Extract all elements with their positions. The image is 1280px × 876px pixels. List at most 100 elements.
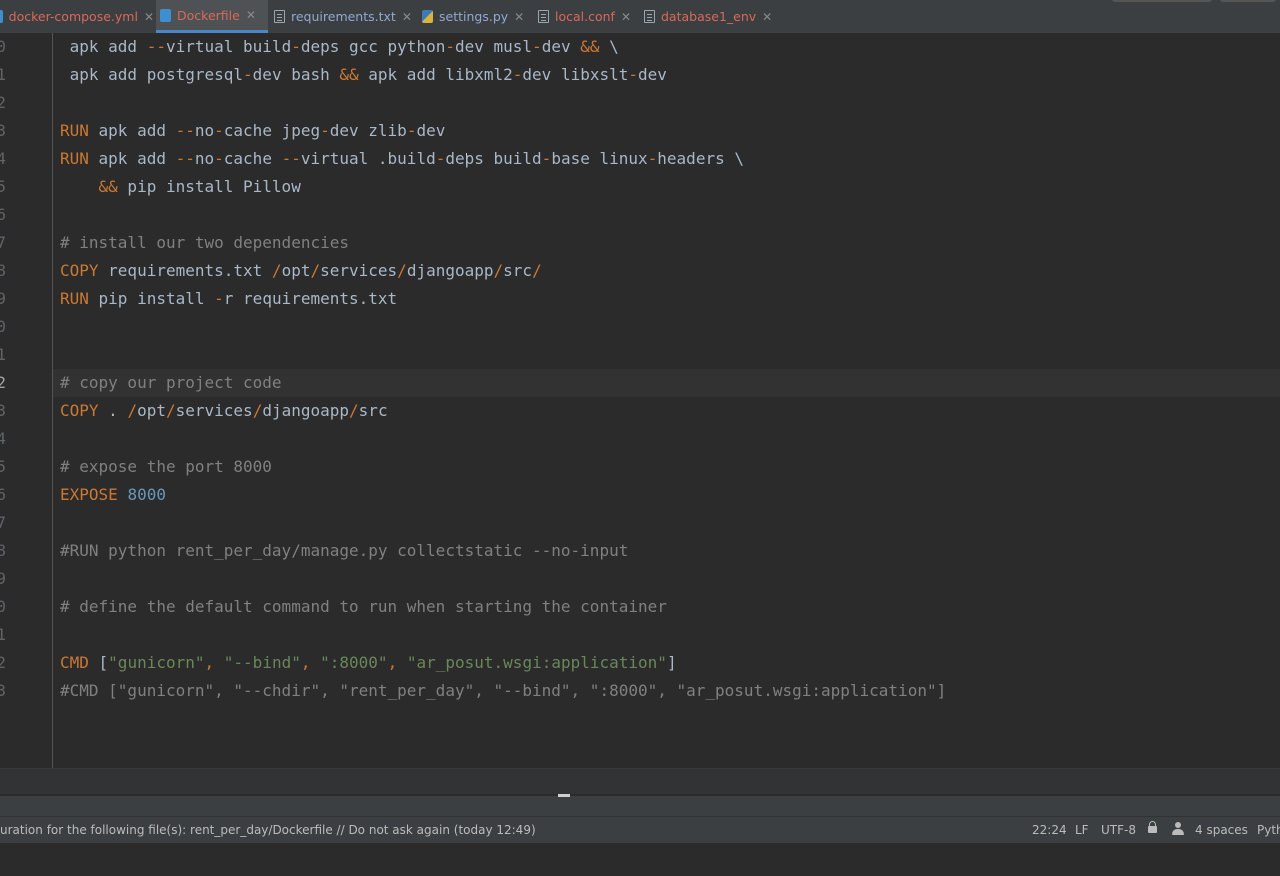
- code-token: no: [194, 149, 215, 168]
- line-number: 7: [0, 513, 6, 532]
- close-icon[interactable]: ✕: [621, 10, 631, 24]
- python-file-icon: [422, 10, 433, 23]
- code-token: r requirements.txt: [223, 289, 398, 308]
- code-token: -: [243, 65, 253, 84]
- code-token: \: [599, 37, 619, 56]
- splitter-handle[interactable]: [558, 794, 570, 797]
- text-file-icon: [274, 10, 285, 23]
- code-token: -: [532, 37, 542, 56]
- line-number: 8: [0, 541, 6, 560]
- tab-settings-py[interactable]: settings.py ✕: [418, 0, 532, 33]
- code-token: --: [146, 37, 166, 56]
- line-number: 1: [0, 65, 6, 84]
- inspector-icon[interactable]: [1172, 822, 1184, 836]
- code-token: dev libxslt: [522, 65, 629, 84]
- code-token: --: [175, 149, 195, 168]
- code-token: CMD: [60, 653, 89, 672]
- code-token: headers \: [657, 149, 744, 168]
- code-line: RUN apk add --no-cache --virtual .build-…: [60, 145, 744, 173]
- indent-setting[interactable]: 4 spaces: [1195, 823, 1248, 837]
- code-token: # install our two dependencies: [60, 233, 349, 252]
- line-number: 7: [0, 233, 6, 252]
- tab-database1-env[interactable]: database1_env ✕: [640, 0, 774, 33]
- code-token: apk add postgresql: [60, 65, 244, 84]
- code-line: apk add postgresql-dev bash && apk add l…: [60, 61, 667, 89]
- code-token: &&: [98, 177, 118, 196]
- gutter-divider: [52, 33, 53, 768]
- docker-icon: [160, 8, 171, 22]
- code-line: #CMD ["gunicorn", "--chdir", "rent_per_d…: [60, 677, 946, 705]
- code-token: --: [175, 121, 195, 140]
- interpreter[interactable]: Pyth: [1257, 823, 1280, 837]
- code-token: -: [512, 65, 523, 84]
- close-icon[interactable]: ✕: [514, 10, 524, 24]
- code-token: &&: [580, 37, 600, 56]
- code-token: COPY: [60, 401, 99, 420]
- code-token: dev zlib: [329, 121, 407, 140]
- code-token: -: [435, 149, 446, 168]
- close-icon[interactable]: ✕: [402, 10, 412, 24]
- code-token: -: [320, 121, 330, 140]
- close-icon[interactable]: ✕: [762, 10, 772, 24]
- code-token: ,: [387, 653, 398, 672]
- code-token: EXPOSE: [60, 485, 118, 504]
- cursor-position[interactable]: 22:24: [1032, 823, 1067, 837]
- panel-splitter[interactable]: [0, 794, 1280, 818]
- code-token: pip install Pillow: [117, 177, 301, 196]
- code-token: cache jpeg: [223, 121, 321, 140]
- code-line: RUN pip install -r requirements.txt: [60, 285, 397, 313]
- code-token: deps build: [445, 149, 542, 168]
- code-token: ,: [204, 653, 215, 672]
- text-file-icon: [538, 10, 549, 23]
- horizontal-scrollbar[interactable]: [0, 768, 1280, 795]
- code-token: base linux: [551, 149, 648, 168]
- line-number: 9: [0, 569, 6, 588]
- code-token: /: [271, 261, 282, 280]
- line-number: 5: [0, 457, 6, 476]
- docker-icon: [0, 10, 3, 23]
- close-icon[interactable]: ✕: [246, 8, 256, 22]
- line-number: 1: [0, 625, 6, 644]
- code-token: dev musl: [454, 37, 533, 56]
- tab-dockerfile[interactable]: Dockerfile ✕: [156, 0, 268, 33]
- code-editor[interactable]: 012345678901234567890123 apk add --virtu…: [0, 33, 1280, 768]
- tab-label: Dockerfile: [177, 7, 240, 23]
- code-token: #RUN python rent_per_day/manage.py colle…: [60, 541, 629, 560]
- status-bar: uration for the following file(s): rent_…: [0, 816, 1280, 844]
- close-icon[interactable]: ✕: [144, 10, 154, 24]
- line-number: 2: [0, 93, 6, 112]
- code-line: # copy our project code: [60, 369, 282, 397]
- file-encoding[interactable]: UTF-8: [1101, 823, 1136, 837]
- line-number: 2: [0, 653, 6, 672]
- toolbar-button[interactable]: [1112, 0, 1212, 2]
- code-token: services: [175, 401, 253, 420]
- toolbar-button[interactable]: [1220, 0, 1276, 2]
- tab-requirements-txt[interactable]: requirements.txt ✕: [270, 0, 416, 33]
- code-token: -: [291, 37, 301, 56]
- line-number: 4: [0, 149, 6, 168]
- editor-tab-bar: docker-compose.yml ✕ Dockerfile ✕ requiremen…: [0, 0, 1280, 34]
- line-number: 6: [0, 205, 6, 224]
- status-message[interactable]: uration for the following file(s): rent_…: [0, 823, 536, 837]
- lock-icon[interactable]: [1148, 821, 1157, 833]
- code-line: COPY . /opt/services/djangoapp/src: [60, 397, 388, 425]
- code-token: apk add libxml2: [358, 65, 513, 84]
- line-ending[interactable]: LF: [1075, 823, 1089, 837]
- tab-docker-compose-yml[interactable]: docker-compose.yml ✕: [0, 0, 154, 33]
- code-token: #CMD ["gunicorn", "--chdir", "rent_per_d…: [60, 681, 947, 700]
- tab-label: settings.py: [439, 9, 509, 24]
- bottom-area: [0, 843, 1280, 876]
- line-number: 8: [0, 261, 6, 280]
- tab-local-conf[interactable]: local.conf ✕: [534, 0, 638, 33]
- code-token: virtual .build: [300, 149, 436, 168]
- code-token: RUN: [60, 121, 89, 140]
- code-token: /: [532, 261, 542, 280]
- code-token: src: [503, 261, 533, 280]
- tab-label: database1_env: [661, 9, 757, 24]
- code-token: -: [214, 289, 224, 308]
- code-token: cache: [223, 149, 282, 168]
- line-number: 3: [0, 401, 6, 420]
- line-number: 3: [0, 681, 6, 700]
